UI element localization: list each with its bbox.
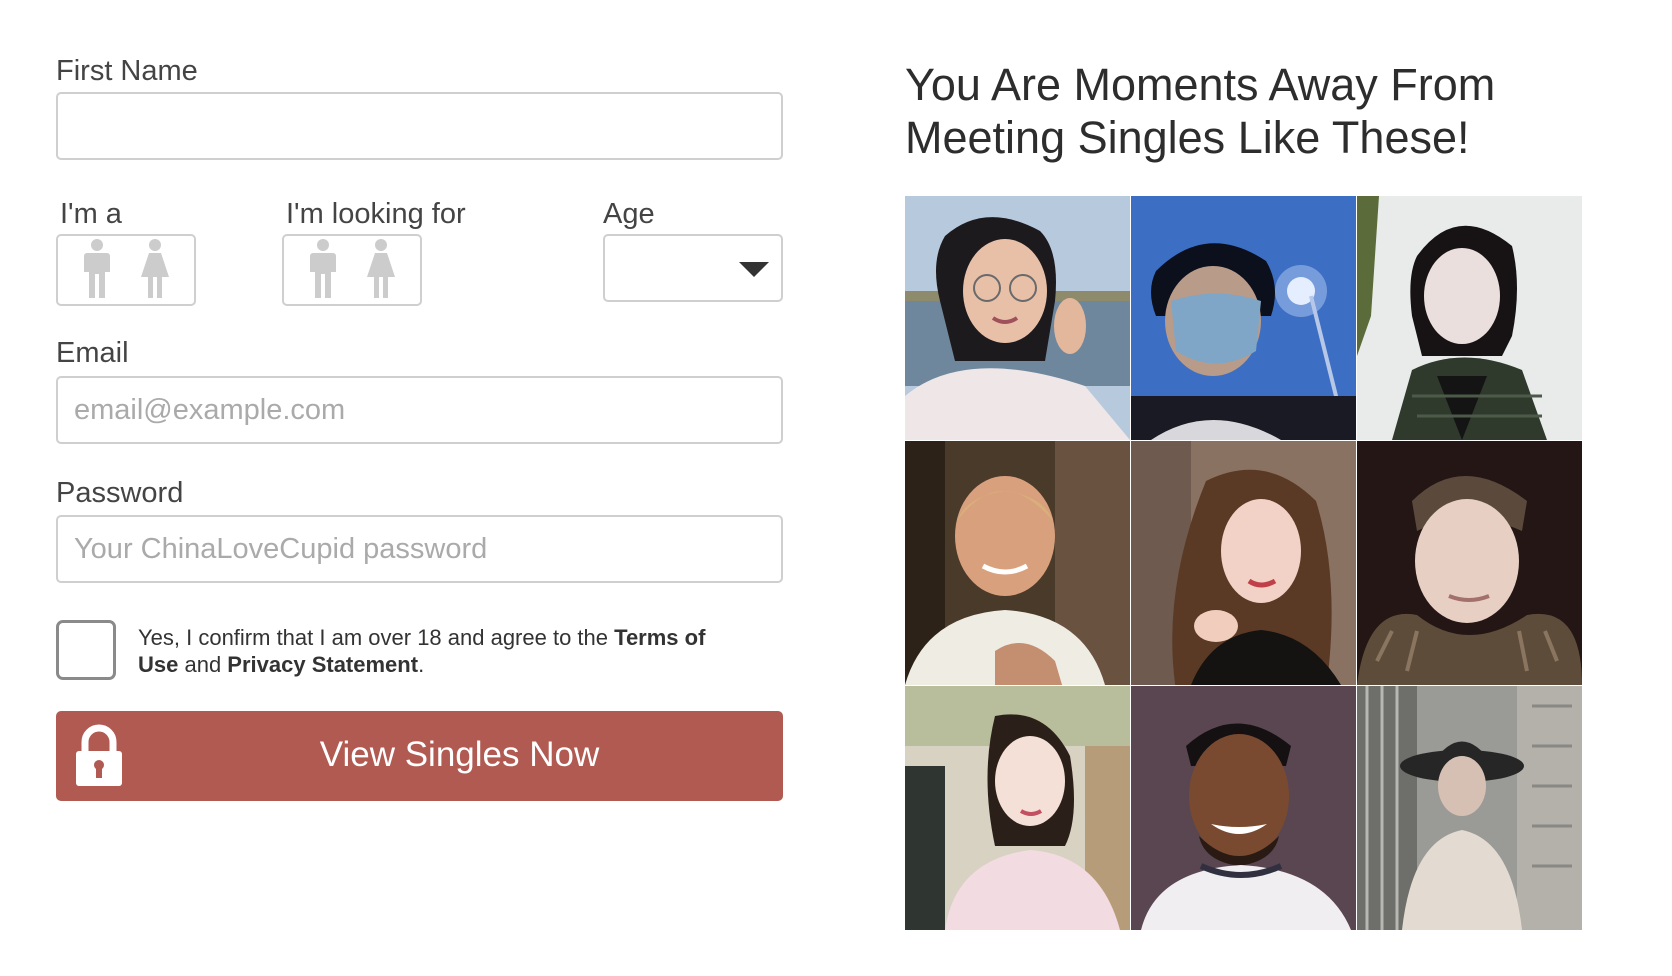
male-icon: [84, 239, 110, 298]
age-label: Age: [603, 198, 655, 230]
gender-female-option[interactable]: [135, 238, 175, 302]
profile-photo-6: [1357, 441, 1582, 685]
chevron-down-icon: [739, 262, 769, 277]
password-input[interactable]: [56, 515, 783, 583]
view-singles-button[interactable]: View Singles Now: [56, 711, 783, 801]
age-consent-checkbox[interactable]: [56, 620, 116, 680]
promo-title: You Are Moments Away From Meeting Single…: [905, 59, 1496, 163]
seeking-label: I'm looking for: [286, 198, 466, 230]
first-name-input[interactable]: [56, 92, 783, 160]
profile-photo-5: [1131, 441, 1356, 685]
singles-photo-grid: [905, 196, 1582, 930]
profile-photo-8: [1131, 686, 1356, 930]
seeking-female-option[interactable]: [361, 238, 401, 302]
consent-text: Yes, I confirm that I am over 18 and agr…: [138, 624, 738, 678]
profile-photo-1: [905, 196, 1130, 440]
first-name-label: First Name: [56, 55, 198, 87]
gender-selector: [56, 234, 196, 306]
age-select[interactable]: [603, 234, 783, 302]
profile-photo-7: [905, 686, 1130, 930]
gender-label: I'm a: [60, 198, 122, 230]
profile-photo-3: [1357, 196, 1582, 440]
profile-photo-4: [905, 441, 1130, 685]
view-singles-label: View Singles Now: [319, 735, 600, 774]
profile-photo-2: [1131, 196, 1356, 440]
privacy-statement-link[interactable]: Privacy Statement: [227, 652, 418, 677]
seeking-male-option[interactable]: [303, 238, 343, 302]
male-icon: [310, 239, 336, 298]
consent-middle: and: [178, 652, 228, 677]
seeking-selector: [282, 234, 422, 306]
password-label: Password: [56, 477, 184, 509]
consent-prefix: Yes, I confirm that I am over 18 and agr…: [138, 625, 615, 650]
female-icon: [367, 239, 395, 298]
email-input[interactable]: [56, 376, 783, 444]
lock-icon: [76, 724, 122, 786]
profile-photo-9: [1357, 686, 1582, 930]
gender-male-option[interactable]: [77, 238, 117, 302]
female-icon: [141, 239, 169, 298]
email-label: Email: [56, 337, 129, 369]
consent-suffix: .: [418, 652, 425, 677]
